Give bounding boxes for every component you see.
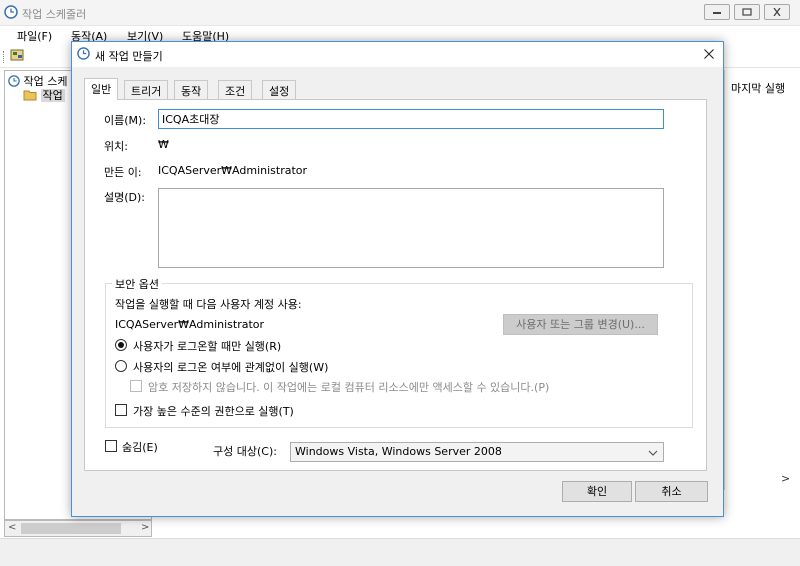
ok-button[interactable]: 확인 xyxy=(562,481,632,502)
dialog-titlebar: 새 작업 만들기 xyxy=(72,42,723,67)
location-value: ₩ xyxy=(158,138,169,151)
radio-run-whether-logged-on-label[interactable]: 사용자의 로그온 여부에 관계없이 실행(W) xyxy=(133,359,328,375)
minimize-icon xyxy=(713,12,721,14)
tree-item-library[interactable]: 작업 xyxy=(23,87,65,104)
task-scheduler-clock-icon xyxy=(8,75,20,90)
task-list-pane: 마지막 실행 xyxy=(724,70,800,490)
maximize-icon xyxy=(742,8,752,16)
hidden-label[interactable]: 숨김(E) xyxy=(122,439,158,455)
tab-general[interactable]: 일반 xyxy=(84,78,119,100)
dialog-title: 새 작업 만들기 xyxy=(95,50,163,63)
configure-for-select[interactable]: Windows Vista, Windows Server 2008 xyxy=(290,442,664,462)
tab-actions[interactable]: 동작 xyxy=(174,80,209,99)
checkbox-do-not-store-password[interactable] xyxy=(130,380,142,392)
do-not-store-password-label: 암호 저장하지 않습니다. 이 작업에는 로컬 컴퓨터 리소스에만 액세스할 수… xyxy=(148,381,550,394)
cancel-button[interactable]: 취소 xyxy=(635,481,708,502)
close-icon xyxy=(704,49,714,59)
description-textarea[interactable] xyxy=(158,188,664,268)
create-task-dialog: 새 작업 만들기 일반 트리거 동작 조건 설정 이름(M): 위치: ₩ 만든… xyxy=(71,41,724,517)
name-input[interactable] xyxy=(158,109,664,129)
tab-triggers[interactable]: 트리거 xyxy=(124,80,169,99)
main-window-title: 작업 스케줄러 xyxy=(22,8,87,21)
name-label: 이름(M): xyxy=(104,114,147,127)
scroll-left-icon[interactable]: < xyxy=(8,522,16,533)
dialog-close-button[interactable] xyxy=(700,45,718,63)
status-bar xyxy=(0,538,800,566)
author-label: 만든 이: xyxy=(104,166,142,179)
radio-run-when-logged-on-label[interactable]: 사용자가 로그온할 때만 실행(R) xyxy=(133,338,281,354)
scroll-thumb[interactable] xyxy=(21,523,121,534)
radio-run-whether-logged-on[interactable] xyxy=(115,360,127,372)
chevron-down-icon xyxy=(648,447,658,460)
close-icon xyxy=(773,8,781,16)
scroll-right-icon[interactable]: > xyxy=(141,522,149,533)
tab-conditions[interactable]: 조건 xyxy=(218,80,253,99)
console-tree-icon[interactable] xyxy=(10,48,24,65)
folder-icon xyxy=(23,89,37,104)
tree-horizontal-scrollbar[interactable]: < > xyxy=(4,520,152,537)
configure-for-label: 구성 대상(C): xyxy=(213,445,277,458)
main-titlebar: 작업 스케줄러 xyxy=(0,0,800,26)
highest-privileges-label[interactable]: 가장 높은 수준의 권한으로 실행(T) xyxy=(133,403,294,419)
column-header-last-run[interactable]: 마지막 실행 xyxy=(731,80,785,96)
author-value: ICQAServer₩Administrator xyxy=(158,164,308,177)
maximize-button[interactable] xyxy=(734,4,760,20)
run-as-label: 작업을 실행할 때 다음 사용자 계정 사용: xyxy=(115,298,302,311)
close-window-button[interactable] xyxy=(764,4,790,20)
location-label: 위치: xyxy=(104,140,128,153)
task-scheduler-clock-icon xyxy=(4,5,18,22)
toolbar-grip xyxy=(3,51,5,63)
security-options-group: 보안 옵션 작업을 실행할 때 다음 사용자 계정 사용: ICQAServer… xyxy=(105,276,693,428)
minimize-button[interactable] xyxy=(704,4,730,20)
radio-run-when-logged-on[interactable] xyxy=(115,339,127,351)
description-label: 설명(D): xyxy=(104,191,145,204)
menu-file[interactable]: 파일(F) xyxy=(17,28,52,44)
tree-item-library-label: 작업 xyxy=(40,89,65,102)
general-tab-panel: 이름(M): 위치: ₩ 만든 이: ICQAServer₩Administra… xyxy=(84,99,707,471)
run-as-user: ICQAServer₩Administrator xyxy=(115,318,265,331)
checkbox-hidden[interactable] xyxy=(105,440,117,452)
security-options-legend: 보안 옵션 xyxy=(112,276,162,292)
scroll-right-icon[interactable]: > xyxy=(781,472,790,485)
task-scheduler-clock-icon xyxy=(77,47,90,63)
tab-settings[interactable]: 설정 xyxy=(262,80,297,99)
checkbox-highest-privileges[interactable] xyxy=(115,404,127,416)
configure-for-value: Windows Vista, Windows Server 2008 xyxy=(295,445,502,458)
change-user-button[interactable]: 사용자 또는 그룹 변경(U)... xyxy=(503,314,658,335)
dialog-tab-strip: 일반 트리거 동작 조건 설정 xyxy=(84,78,714,100)
